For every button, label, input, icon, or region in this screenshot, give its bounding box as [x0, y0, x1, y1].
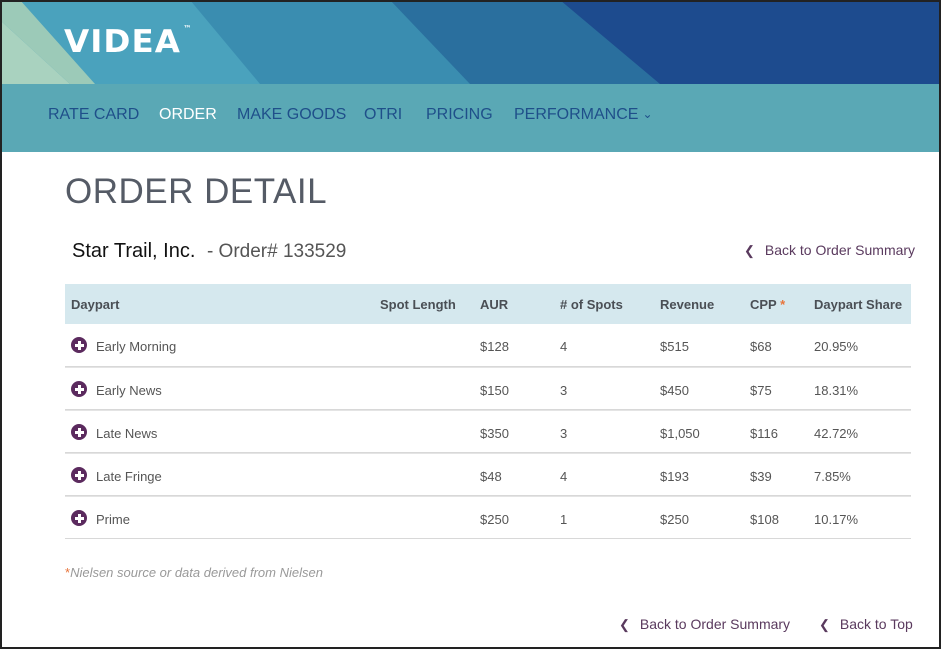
- col-header-spots: # of Spots: [560, 297, 623, 312]
- col-header-aur: AUR: [480, 297, 509, 312]
- nav-rate-card[interactable]: RATE CARD: [48, 106, 139, 124]
- footnote-text: Nielsen source or data derived from Niel…: [70, 565, 323, 580]
- cell-aur: $128: [480, 339, 509, 354]
- cell-revenue: $1,050: [660, 426, 700, 441]
- cell-share: 20.95%: [814, 339, 859, 354]
- cell-cpp: $39: [750, 469, 772, 484]
- nav-make-goods[interactable]: MAKE GOODS: [237, 106, 346, 124]
- cell-aur: $350: [480, 426, 509, 441]
- cell-daypart: Prime: [96, 512, 130, 527]
- col-header-cpp: CPP *: [750, 297, 786, 312]
- nav-pricing[interactable]: PRICING: [426, 106, 493, 124]
- nielsen-footnote: *Nielsen source or data derived from Nie…: [65, 565, 323, 580]
- col-header-daypart-share: Daypart Share: [814, 297, 903, 312]
- expand-plus-icon[interactable]: [71, 424, 87, 440]
- cell-share: 18.31%: [814, 383, 859, 398]
- cell-revenue: $515: [660, 339, 689, 354]
- nav-performance[interactable]: PERFORMANCE ⌄: [514, 106, 653, 124]
- chevron-left-icon: ❮: [819, 617, 830, 632]
- cell-aur: $48: [480, 469, 502, 484]
- chevron-left-icon: ❮: [619, 617, 630, 632]
- page-title: ORDER DETAIL: [65, 172, 328, 211]
- back-to-order-summary-top-link[interactable]: ❮ Back to Order Summary: [744, 242, 915, 259]
- back-to-order-summary-bottom-link[interactable]: ❮ Back to Order Summary: [619, 616, 790, 633]
- table-header-row: Daypart Spot Length AUR # of Spots Reven…: [65, 284, 911, 324]
- order-number: - Order# 133529: [206, 241, 347, 262]
- chevron-left-icon: ❮: [744, 243, 755, 258]
- back-to-top-link[interactable]: ❮ Back to Top: [819, 616, 913, 633]
- cell-revenue: $450: [660, 383, 689, 398]
- cell-aur: $250: [480, 512, 509, 527]
- order-detail-table: Daypart Spot Length AUR # of Spots Reven…: [65, 284, 911, 539]
- table-row[interactable]: Prime $250 1 $250 $108 10.17%: [65, 496, 911, 539]
- videa-logo[interactable]: VIDEA ™: [64, 24, 192, 60]
- expand-plus-icon[interactable]: [71, 381, 87, 397]
- cell-revenue: $193: [660, 469, 689, 484]
- cell-cpp: $75: [750, 383, 772, 398]
- cell-daypart: Late Fringe: [96, 469, 162, 484]
- cell-spots: 4: [560, 469, 568, 484]
- col-header-spot-length: Spot Length: [380, 297, 456, 312]
- nav-performance-label: PERFORMANCE: [514, 106, 639, 123]
- cell-spots: 3: [560, 426, 568, 441]
- table-row[interactable]: Late Fringe $48 4 $193 $39 7.85%: [65, 453, 911, 496]
- cell-share: 7.85%: [814, 469, 851, 484]
- chevron-down-icon: ⌄: [642, 107, 653, 121]
- cell-share: 42.72%: [814, 426, 859, 441]
- cell-share: 10.17%: [814, 512, 859, 527]
- table-row[interactable]: Early News $150 3 $450 $75 18.31%: [65, 367, 911, 410]
- table-row[interactable]: Late News $350 3 $1,050 $116 42.72%: [65, 410, 911, 453]
- table-row[interactable]: Early Morning $128 4 $515 $68 20.95%: [65, 324, 911, 367]
- cell-daypart: Early News: [96, 383, 162, 398]
- cell-aur: $150: [480, 383, 509, 398]
- cell-revenue: $250: [660, 512, 689, 527]
- expand-plus-icon[interactable]: [71, 337, 87, 353]
- nav-otri[interactable]: OTRI: [364, 106, 402, 124]
- cell-spots: 3: [560, 383, 568, 398]
- order-heading: Star Trail, Inc. - Order# 133529: [72, 240, 346, 263]
- header-banner: VIDEA ™: [0, 0, 941, 84]
- expand-plus-icon[interactable]: [71, 510, 87, 526]
- cell-spots: 4: [560, 339, 568, 354]
- cell-cpp: $116: [750, 426, 778, 441]
- client-name: Star Trail, Inc.: [72, 240, 196, 262]
- cell-spots: 1: [560, 512, 568, 527]
- main-nav: RATE CARD ORDER MAKE GOODS OTRI PRICING …: [0, 84, 941, 152]
- cell-cpp: $68: [750, 339, 772, 354]
- cell-daypart: Early Morning: [96, 339, 177, 354]
- nielsen-asterisk: *: [780, 297, 786, 312]
- nav-order[interactable]: ORDER: [159, 106, 217, 124]
- col-header-revenue: Revenue: [660, 297, 715, 312]
- col-header-daypart: Daypart: [71, 297, 120, 312]
- expand-plus-icon[interactable]: [71, 467, 87, 483]
- cell-daypart: Late News: [96, 426, 158, 441]
- cell-cpp: $108: [750, 512, 779, 527]
